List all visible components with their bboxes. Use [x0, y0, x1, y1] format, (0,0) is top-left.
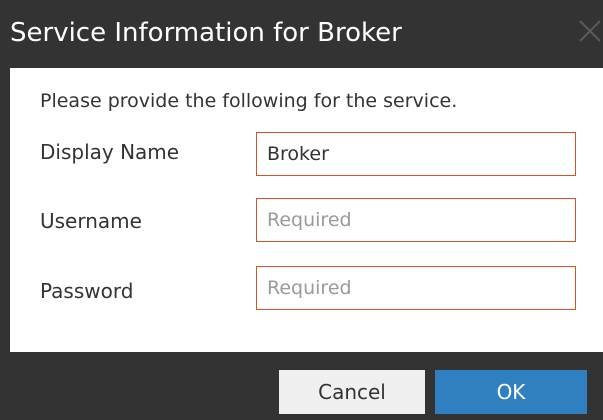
password-label: Password — [40, 279, 134, 303]
dialog-title: Service Information for Broker — [10, 18, 402, 48]
service-info-dialog: Service Information for Broker Please pr… — [0, 0, 603, 420]
display-name-field[interactable] — [256, 132, 576, 176]
intro-text: Please provide the following for the ser… — [40, 90, 458, 112]
display-name-label: Display Name — [40, 140, 180, 164]
username-label: Username — [40, 209, 142, 233]
cancel-button[interactable]: Cancel — [279, 370, 425, 414]
dialog-footer: Cancel OK — [10, 352, 603, 420]
close-icon[interactable] — [577, 18, 603, 44]
username-field[interactable] — [256, 198, 576, 242]
dialog-titlebar: Service Information for Broker — [0, 0, 603, 68]
password-field[interactable] — [256, 266, 576, 310]
dialog-body: Please provide the following for the ser… — [10, 68, 603, 352]
ok-button[interactable]: OK — [435, 370, 587, 414]
